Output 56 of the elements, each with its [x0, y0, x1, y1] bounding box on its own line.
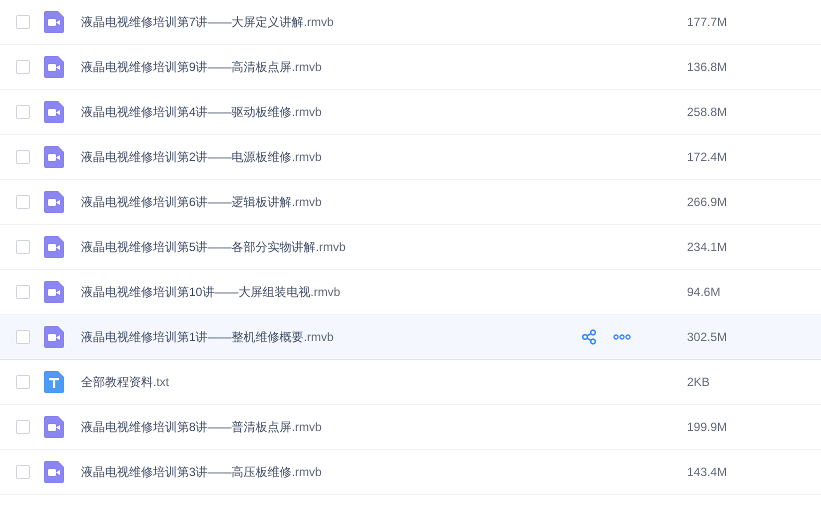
- checkbox[interactable]: [16, 60, 30, 74]
- file-name[interactable]: 液晶电视维修培训第10讲——大屏组装电视.rmvb: [81, 283, 581, 301]
- checkbox[interactable]: [16, 150, 30, 164]
- file-name[interactable]: 液晶电视维修培训第8讲——普清板点屏.rmvb: [81, 418, 581, 436]
- more-icon[interactable]: [613, 334, 631, 340]
- file-name[interactable]: 液晶电视维修培训第9讲——高清板点屏.rmvb: [81, 58, 581, 76]
- checkbox[interactable]: [16, 465, 30, 479]
- file-size: 302.5M: [687, 329, 728, 346]
- video-file-icon: [44, 326, 64, 348]
- checkbox[interactable]: [16, 195, 30, 209]
- checkbox[interactable]: [16, 330, 30, 344]
- video-file-icon: [44, 56, 64, 78]
- file-name[interactable]: 液晶电视维修培训第1讲——整机维修概要.rmvb: [81, 328, 581, 346]
- file-row[interactable]: 全部教程资料.txt 2KB: [0, 360, 821, 405]
- file-size: 266.9M: [687, 194, 728, 211]
- file-name[interactable]: 液晶电视维修培训第7讲——大屏定义讲解.rmvb: [81, 13, 581, 31]
- video-file-icon: [44, 461, 64, 483]
- checkbox[interactable]: [16, 240, 30, 254]
- file-row[interactable]: 液晶电视维修培训第7讲——大屏定义讲解.rmvb 177.7M: [0, 0, 821, 45]
- file-size: 258.8M: [687, 104, 728, 121]
- share-icon[interactable]: [581, 329, 597, 345]
- file-row[interactable]: 液晶电视维修培训第6讲——逻辑板讲解.rmvb 266.9M: [0, 180, 821, 225]
- checkbox[interactable]: [16, 420, 30, 434]
- file-name[interactable]: 液晶电视维修培训第6讲——逻辑板讲解.rmvb: [81, 193, 581, 211]
- file-row[interactable]: 液晶电视维修培训第4讲——驱动板维修.rmvb 258.8M: [0, 90, 821, 135]
- checkbox[interactable]: [16, 285, 30, 299]
- video-file-icon: [44, 236, 64, 258]
- file-size: 2KB: [687, 374, 710, 391]
- file-row[interactable]: 液晶电视维修培训第1讲——整机维修概要.rmvb 302.5M: [0, 315, 821, 360]
- file-name[interactable]: 全部教程资料.txt: [81, 373, 581, 391]
- file-size: 143.4M: [687, 464, 728, 481]
- video-file-icon: [44, 11, 64, 33]
- file-row[interactable]: 液晶电视维修培训第8讲——普清板点屏.rmvb 199.9M: [0, 405, 821, 450]
- file-size: 172.4M: [687, 149, 728, 166]
- video-file-icon: [44, 281, 64, 303]
- file-name[interactable]: 液晶电视维修培训第4讲——驱动板维修.rmvb: [81, 103, 581, 121]
- file-row[interactable]: 液晶电视维修培训第9讲——高清板点屏.rmvb 136.8M: [0, 45, 821, 90]
- file-name[interactable]: 液晶电视维修培训第3讲——高压板维修.rmvb: [81, 463, 581, 481]
- checkbox[interactable]: [16, 375, 30, 389]
- file-row[interactable]: 液晶电视维修培训第3讲——高压板维修.rmvb 143.4M: [0, 450, 821, 495]
- file-row[interactable]: 液晶电视维修培训第2讲——电源板维修.rmvb 172.4M: [0, 135, 821, 180]
- file-size: 136.8M: [687, 59, 728, 76]
- checkbox[interactable]: [16, 105, 30, 119]
- file-size: 177.7M: [687, 14, 728, 31]
- file-name[interactable]: 液晶电视维修培训第2讲——电源板维修.rmvb: [81, 148, 581, 166]
- video-file-icon: [44, 191, 64, 213]
- file-row[interactable]: 液晶电视维修培训第5讲——各部分实物讲解.rmvb 234.1M: [0, 225, 821, 270]
- video-file-icon: [44, 146, 64, 168]
- file-size: 94.6M: [687, 284, 720, 301]
- file-size: 199.9M: [687, 419, 728, 436]
- file-size: 234.1M: [687, 239, 728, 256]
- checkbox[interactable]: [16, 15, 30, 29]
- video-file-icon: [44, 101, 64, 123]
- video-file-icon: [44, 416, 64, 438]
- text-file-icon: [44, 371, 64, 393]
- file-name[interactable]: 液晶电视维修培训第5讲——各部分实物讲解.rmvb: [81, 238, 581, 256]
